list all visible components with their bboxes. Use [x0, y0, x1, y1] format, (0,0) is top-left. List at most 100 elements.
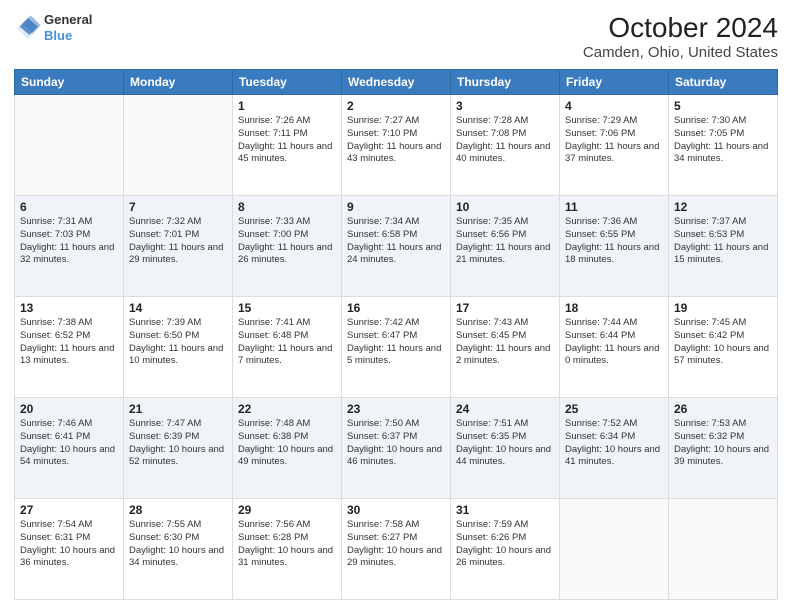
day-number: 1: [238, 99, 336, 113]
cell-details: Sunrise: 7:51 AMSunset: 6:35 PMDaylight:…: [456, 418, 554, 469]
day-number: 30: [347, 503, 445, 517]
cell-details: Sunrise: 7:39 AMSunset: 6:50 PMDaylight:…: [129, 317, 227, 368]
calendar-cell: 3Sunrise: 7:28 AMSunset: 7:08 PMDaylight…: [451, 95, 560, 196]
day-number: 18: [565, 301, 663, 315]
day-number: 25: [565, 402, 663, 416]
day-header-friday: Friday: [560, 70, 669, 95]
cell-details: Sunrise: 7:43 AMSunset: 6:45 PMDaylight:…: [456, 317, 554, 368]
cell-details: Sunrise: 7:29 AMSunset: 7:06 PMDaylight:…: [565, 115, 663, 166]
cell-details: Sunrise: 7:55 AMSunset: 6:30 PMDaylight:…: [129, 519, 227, 570]
day-number: 4: [565, 99, 663, 113]
logo-line1: General: [44, 12, 92, 28]
calendar-cell: 14 Sunrise: 7:39 AMSunset: 6:50 PMDayligh…: [124, 297, 233, 398]
calendar-cell: 5 Sunrise: 7:30 AMSunset: 7:05 PMDaylight…: [669, 95, 778, 196]
calendar-cell: [124, 95, 233, 196]
day-number: 31: [456, 503, 554, 517]
day-number: 17: [456, 301, 554, 315]
calendar-cell: 21Sunrise: 7:47 AMSunset: 6:39 PMDayligh…: [124, 398, 233, 499]
day-number: 21: [129, 402, 227, 416]
cell-details: Sunrise: 7:31 AMSunset: 7:03 PMDaylight:…: [20, 216, 118, 267]
calendar-subtitle: Camden, Ohio, United States: [583, 44, 778, 61]
calendar-title: October 2024: [583, 12, 778, 44]
calendar-cell: [669, 499, 778, 600]
logo-icon: [14, 14, 42, 42]
calendar-cell: 15Sunrise: 7:41 AMSunset: 6:48 PMDayligh…: [233, 297, 342, 398]
cell-details: Sunrise: 7:44 AMSunset: 6:44 PMDaylight:…: [565, 317, 663, 368]
day-number: 2: [347, 99, 445, 113]
cell-details: Sunrise: 7:42 AMSunset: 6:47 PMDaylight:…: [347, 317, 445, 368]
cell-details: Sunrise: 7:36 AMSunset: 6:55 PMDaylight:…: [565, 216, 663, 267]
week-row-3: 13Sunrise: 7:38 AMSunset: 6:52 PMDayligh…: [15, 297, 778, 398]
calendar-cell: 20 Sunrise: 7:46 AMSunset: 6:41 PMDayligh…: [15, 398, 124, 499]
calendar-cell: 31Sunrise: 7:59 AMSunset: 6:26 PMDayligh…: [451, 499, 560, 600]
calendar-cell: 6 Sunrise: 7:31 AMSunset: 7:03 PMDaylight…: [15, 196, 124, 297]
calendar-cell: [560, 499, 669, 600]
day-header-thursday: Thursday: [451, 70, 560, 95]
day-number: 14: [129, 301, 227, 315]
calendar-cell: 12Sunrise: 7:37 AMSunset: 6:53 PMDayligh…: [669, 196, 778, 297]
cell-details: Sunrise: 7:37 AMSunset: 6:53 PMDaylight:…: [674, 216, 772, 267]
calendar-cell: 16Sunrise: 7:42 AMSunset: 6:47 PMDayligh…: [342, 297, 451, 398]
day-number: 29: [238, 503, 336, 517]
cell-details: Sunrise: 7:46 AMSunset: 6:41 PMDaylight:…: [20, 418, 118, 469]
title-block: October 2024 Camden, Ohio, United States: [583, 12, 778, 61]
page: General Blue October 2024 Camden, Ohio, …: [0, 0, 792, 612]
day-number: 7: [129, 200, 227, 214]
day-header-tuesday: Tuesday: [233, 70, 342, 95]
calendar-cell: 25Sunrise: 7:52 AMSunset: 6:34 PMDayligh…: [560, 398, 669, 499]
day-number: 23: [347, 402, 445, 416]
day-header-saturday: Saturday: [669, 70, 778, 95]
calendar-cell: 29 Sunrise: 7:56 AMSunset: 6:28 PMDayligh…: [233, 499, 342, 600]
day-number: 5: [674, 99, 772, 113]
week-row-4: 20 Sunrise: 7:46 AMSunset: 6:41 PMDayligh…: [15, 398, 778, 499]
cell-details: Sunrise: 7:50 AMSunset: 6:37 PMDaylight:…: [347, 418, 445, 469]
calendar-cell: 30 Sunrise: 7:58 AMSunset: 6:27 PMDayligh…: [342, 499, 451, 600]
calendar-body: 1 Sunrise: 7:26 AMSunset: 7:11 PMDaylight…: [15, 95, 778, 600]
calendar-cell: 23 Sunrise: 7:50 AMSunset: 6:37 PMDayligh…: [342, 398, 451, 499]
logo-text: General Blue: [44, 12, 92, 43]
calendar-cell: 19 Sunrise: 7:45 AMSunset: 6:42 PMDayligh…: [669, 297, 778, 398]
calendar-cell: 2 Sunrise: 7:27 AMSunset: 7:10 PMDaylight…: [342, 95, 451, 196]
cell-details: Sunrise: 7:30 AMSunset: 7:05 PMDaylight:…: [674, 115, 772, 166]
calendar-cell: 27 Sunrise: 7:54 AMSunset: 6:31 PMDayligh…: [15, 499, 124, 600]
day-number: 22: [238, 402, 336, 416]
calendar-cell: 9Sunrise: 7:34 AMSunset: 6:58 PMDaylight…: [342, 196, 451, 297]
week-row-5: 27 Sunrise: 7:54 AMSunset: 6:31 PMDayligh…: [15, 499, 778, 600]
calendar-cell: 18 Sunrise: 7:44 AMSunset: 6:44 PMDayligh…: [560, 297, 669, 398]
cell-details: Sunrise: 7:32 AMSunset: 7:01 PMDaylight:…: [129, 216, 227, 267]
day-header-sunday: Sunday: [15, 70, 124, 95]
day-number: 19: [674, 301, 772, 315]
cell-details: Sunrise: 7:35 AMSunset: 6:56 PMDaylight:…: [456, 216, 554, 267]
cell-details: Sunrise: 7:26 AMSunset: 7:11 PMDaylight:…: [238, 115, 336, 166]
calendar-cell: 7 Sunrise: 7:32 AMSunset: 7:01 PMDaylight…: [124, 196, 233, 297]
cell-details: Sunrise: 7:56 AMSunset: 6:28 PMDaylight:…: [238, 519, 336, 570]
day-header-wednesday: Wednesday: [342, 70, 451, 95]
header: General Blue October 2024 Camden, Ohio, …: [14, 12, 778, 61]
cell-details: Sunrise: 7:54 AMSunset: 6:31 PMDaylight:…: [20, 519, 118, 570]
day-number: 24: [456, 402, 554, 416]
calendar-cell: 24 Sunrise: 7:51 AMSunset: 6:35 PMDayligh…: [451, 398, 560, 499]
day-number: 27: [20, 503, 118, 517]
cell-details: Sunrise: 7:45 AMSunset: 6:42 PMDaylight:…: [674, 317, 772, 368]
logo-line2: Blue: [44, 28, 92, 44]
week-row-1: 1 Sunrise: 7:26 AMSunset: 7:11 PMDaylight…: [15, 95, 778, 196]
cell-details: Sunrise: 7:27 AMSunset: 7:10 PMDaylight:…: [347, 115, 445, 166]
day-number: 11: [565, 200, 663, 214]
day-number: 10: [456, 200, 554, 214]
calendar-cell: 4 Sunrise: 7:29 AMSunset: 7:06 PMDaylight…: [560, 95, 669, 196]
cell-details: Sunrise: 7:34 AMSunset: 6:58 PMDaylight:…: [347, 216, 445, 267]
day-number: 8: [238, 200, 336, 214]
day-header-monday: Monday: [124, 70, 233, 95]
calendar-header: SundayMondayTuesdayWednesdayThursdayFrid…: [15, 70, 778, 95]
day-number: 3: [456, 99, 554, 113]
calendar-cell: 10 Sunrise: 7:35 AMSunset: 6:56 PMDayligh…: [451, 196, 560, 297]
cell-details: Sunrise: 7:33 AMSunset: 7:00 PMDaylight:…: [238, 216, 336, 267]
cell-details: Sunrise: 7:58 AMSunset: 6:27 PMDaylight:…: [347, 519, 445, 570]
day-number: 6: [20, 200, 118, 214]
header-row: SundayMondayTuesdayWednesdayThursdayFrid…: [15, 70, 778, 95]
calendar-cell: 13Sunrise: 7:38 AMSunset: 6:52 PMDayligh…: [15, 297, 124, 398]
day-number: 20: [20, 402, 118, 416]
calendar-cell: 26Sunrise: 7:53 AMSunset: 6:32 PMDayligh…: [669, 398, 778, 499]
calendar-cell: 22Sunrise: 7:48 AMSunset: 6:38 PMDayligh…: [233, 398, 342, 499]
day-number: 15: [238, 301, 336, 315]
